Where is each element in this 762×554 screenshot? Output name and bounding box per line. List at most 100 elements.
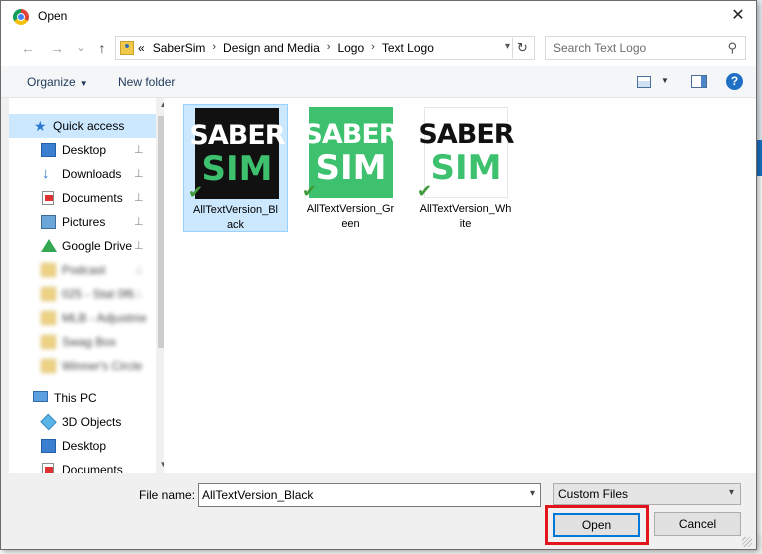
pin-icon: ⊥	[134, 216, 144, 228]
pin-icon: ⊥	[134, 168, 144, 180]
sidebar-item-label: Pictures	[62, 215, 106, 229]
refresh-icon[interactable]: ↻	[512, 38, 532, 58]
file-name-label: File name:	[139, 488, 196, 502]
sidebar-item-desktop[interactable]: Desktop ⊥	[9, 138, 156, 162]
breadcrumb-item[interactable]: Design and Media	[223, 41, 320, 55]
command-toolbar: Organize ▼ New folder ▼ ?	[1, 66, 756, 98]
sidebar-item-label: 3D Objects	[62, 415, 122, 429]
3d-objects-icon	[40, 413, 57, 431]
cancel-button[interactable]: Cancel	[654, 512, 741, 536]
window-title: Open	[38, 9, 68, 23]
file-name: AllTextVersion_Black	[193, 204, 278, 231]
up-arrow-icon[interactable]: ↑	[93, 39, 111, 57]
folder-icon	[41, 287, 56, 301]
recent-locations-icon[interactable]: ⌄	[72, 39, 90, 57]
sidebar-scrollbar[interactable]: ▲ ▼	[156, 98, 164, 473]
file-name-input[interactable]	[199, 484, 509, 506]
sidebar-item-label: This PC	[54, 391, 97, 405]
sidebar-item-downloads[interactable]: ↓ Downloads ⊥	[9, 162, 156, 186]
resize-grip-icon[interactable]	[742, 537, 752, 547]
documents-icon	[42, 191, 54, 205]
sidebar-item-folder[interactable]: Winner's Circle	[9, 354, 156, 378]
file-thumbnail: SABER SIM	[418, 107, 515, 198]
chevron-right-icon: ›	[371, 41, 375, 53]
view-options-chevron-icon[interactable]: ▼	[661, 76, 669, 85]
chevron-down-icon[interactable]: ▾	[530, 488, 535, 499]
preview-pane-icon[interactable]	[691, 75, 707, 88]
sidebar-item-podcast[interactable]: Podcast ⊥	[9, 258, 156, 282]
sidebar-item-3d-objects[interactable]: 3D Objects	[9, 410, 156, 434]
location-icon	[120, 41, 134, 55]
sidebar-item-label: Quick access	[53, 119, 125, 133]
star-icon: ★	[34, 118, 47, 134]
sidebar-item-documents[interactable]: Documents ⊥	[9, 186, 156, 210]
chevron-down-icon: ▾	[728, 487, 734, 498]
download-icon: ↓	[42, 165, 50, 182]
help-icon[interactable]: ?	[726, 73, 743, 90]
search-input[interactable]	[546, 37, 716, 59]
pin-icon: ⊥	[134, 144, 144, 156]
file-list: SABER SIM ✔ AllTextVersion_Black SABER S…	[164, 98, 756, 473]
sidebar-item-quick-access[interactable]: ★ Quick access	[9, 114, 156, 138]
logo-text-saber: SABER	[189, 119, 285, 151]
sidebar-item-pc-desktop[interactable]: Desktop	[9, 434, 156, 458]
file-name: AllTextVersion_Green	[306, 203, 395, 230]
breadcrumb: « SaberSim › Design and Media › Logo › T…	[138, 41, 434, 55]
back-arrow-icon[interactable]: ←	[19, 39, 37, 57]
file-thumbnail: SABER SIM	[189, 108, 286, 199]
sync-check-icon: ✔	[188, 182, 204, 202]
sidebar-item-label: Google Drive	[62, 239, 133, 253]
sidebar-item-pc-documents[interactable]: Documents	[9, 458, 156, 473]
change-view-icon[interactable]	[637, 76, 651, 88]
close-button[interactable]: ✕	[726, 5, 750, 27]
sidebar-item-pictures[interactable]: Pictures ⊥	[9, 210, 156, 234]
sidebar-item-google-drive[interactable]: Google Drive ⊥	[9, 234, 156, 258]
desktop-icon	[41, 143, 56, 157]
google-drive-icon	[41, 239, 57, 252]
scroll-up-icon[interactable]: ▲	[156, 100, 164, 109]
file-type-value: Custom Files	[558, 487, 629, 501]
sidebar-item-this-pc[interactable]: This PC	[9, 386, 156, 410]
documents-icon	[42, 463, 54, 473]
sidebar-item-label: Documents	[62, 463, 123, 473]
sidebar-item-label: Podcast	[62, 263, 106, 277]
file-item[interactable]: SABER SIM ✔ AllTextVersion_Green	[298, 104, 403, 232]
file-thumbnail: SABER SIM	[303, 107, 400, 198]
file-name-combobox[interactable]: ▾	[198, 483, 541, 507]
sidebar-item-folder[interactable]: Swag Box	[9, 330, 156, 354]
sidebar-item-label: Desktop	[62, 143, 107, 157]
pin-icon: ⊥	[134, 192, 144, 204]
breadcrumb-overflow[interactable]: «	[138, 41, 145, 55]
folder-icon	[41, 359, 56, 373]
folder-icon	[41, 311, 56, 325]
sync-check-icon: ✔	[302, 181, 318, 201]
navigation-bar: ← → ⌄ ↑ « SaberSim › Design and Media › …	[1, 32, 756, 66]
breadcrumb-item[interactable]: Logo	[337, 41, 364, 55]
open-button[interactable]: Open	[553, 513, 640, 537]
pin-icon: ⊥	[134, 240, 144, 252]
scroll-down-icon[interactable]: ▼	[156, 460, 164, 469]
chrome-icon	[13, 9, 29, 25]
file-name: AllTextVersion_White	[419, 203, 512, 230]
new-folder-button[interactable]: New folder	[118, 75, 175, 89]
logo-text-saber: SABER	[303, 118, 399, 150]
address-bar[interactable]: « SaberSim › Design and Media › Logo › T…	[115, 36, 535, 60]
file-type-select[interactable]: Custom Files ▾	[553, 483, 741, 505]
pin-icon: ⊥	[134, 264, 144, 276]
sidebar-item-folder[interactable]: 025 - Stat 0f6 ⊥	[9, 282, 156, 306]
file-item[interactable]: SABER SIM ✔ AllTextVersion_Black	[183, 104, 288, 232]
forward-arrow-icon[interactable]: →	[48, 39, 66, 57]
search-icon[interactable]: ⚲	[727, 40, 737, 56]
breadcrumb-item[interactable]: Text Logo	[382, 41, 434, 55]
computer-icon	[33, 391, 48, 402]
logo-text-sim: SIM	[315, 147, 387, 188]
breadcrumb-item[interactable]: SaberSim	[153, 41, 206, 55]
organize-button[interactable]: Organize ▼	[27, 75, 88, 89]
chevron-right-icon: ›	[212, 41, 217, 53]
sidebar-item-folder[interactable]: MLB - Adjustme ⊥	[9, 306, 156, 330]
pictures-icon	[41, 215, 56, 229]
chevron-down-icon[interactable]: ▾	[505, 41, 510, 52]
search-box[interactable]: ⚲	[545, 36, 746, 60]
file-item[interactable]: SABER SIM ✔ AllTextVersion_White	[413, 104, 518, 232]
sidebar-item-label: Swag Box	[62, 335, 117, 349]
